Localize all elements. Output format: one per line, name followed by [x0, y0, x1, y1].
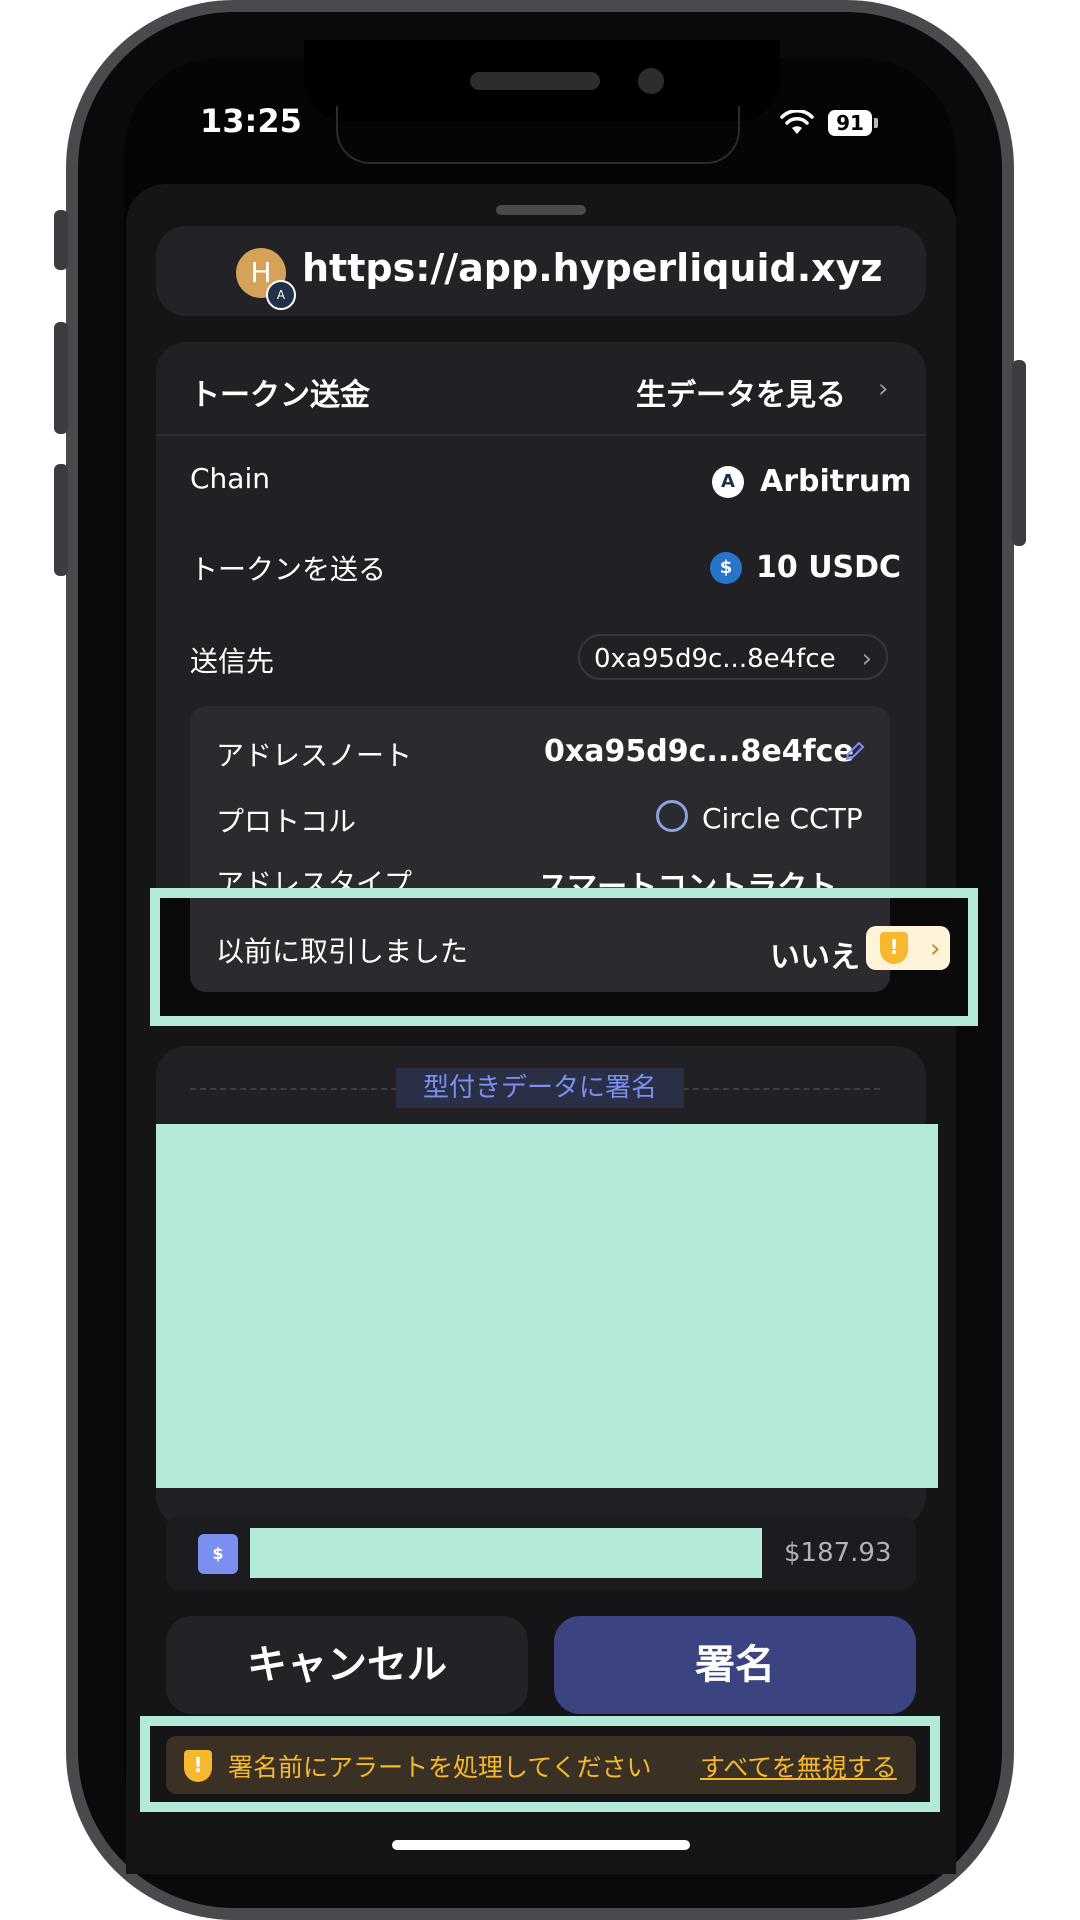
typed-data-label: 型付きデータに署名 — [396, 1068, 684, 1108]
status-time: 13:25 — [200, 102, 302, 140]
chain-label: Chain — [190, 462, 270, 495]
send-token-label: トークンを送る — [190, 553, 387, 586]
chain-value: Arbitrum — [760, 464, 912, 499]
usdc-icon: $ — [710, 552, 742, 584]
power-button — [1012, 360, 1026, 546]
send-token-value: 10 USDC — [756, 550, 902, 585]
previous-transaction-value: いいえ — [770, 940, 860, 975]
address-note-label: アドレスノート — [216, 739, 413, 772]
sheet-grabber[interactable] — [496, 205, 586, 215]
arbitrum-icon: A — [712, 466, 744, 498]
edit-pencil-icon[interactable] — [844, 740, 866, 762]
protocol-value: Circle CCTP — [702, 802, 863, 835]
sign-button[interactable]: 署名 — [554, 1616, 916, 1714]
speaker — [470, 72, 600, 90]
site-url: https://app.hyperliquid.xyz — [302, 246, 883, 290]
recipient-address: 0xa95d9c...8e4fce — [594, 644, 836, 674]
redacted-token-name — [250, 1528, 762, 1578]
warning-shield-icon: ! — [184, 1750, 212, 1782]
battery-indicator: 91 — [828, 110, 872, 136]
arbitrum-badge-icon: A — [266, 280, 296, 310]
wifi-icon — [780, 110, 814, 134]
home-indicator[interactable] — [392, 1840, 690, 1850]
dynamic-island-outline — [336, 106, 740, 164]
battery-tip — [874, 118, 878, 128]
front-camera — [638, 68, 664, 94]
previous-transaction-label: 以前に取引しました — [216, 935, 469, 968]
token-price: $187.93 — [784, 1538, 892, 1568]
chevron-right-icon: › — [878, 374, 889, 404]
cancel-button[interactable]: キャンセル — [166, 1616, 528, 1714]
address-note-value: 0xa95d9c...8e4fce — [544, 734, 854, 769]
redacted-content — [156, 1124, 938, 1488]
mute-switch — [54, 210, 68, 270]
protocol-label: プロトコル — [216, 805, 357, 838]
circle-cctp-icon — [656, 800, 688, 832]
volume-down-button — [54, 464, 68, 576]
recipient-label: 送信先 — [190, 645, 275, 678]
recipient-address-pill[interactable]: 0xa95d9c...8e4fce › — [578, 634, 888, 680]
ignore-all-link[interactable]: すべてを無視する — [700, 1748, 897, 1784]
divider — [156, 434, 926, 436]
chevron-right-icon: › — [861, 644, 872, 674]
chevron-right-icon: › — [930, 934, 941, 964]
volume-up-button — [54, 322, 68, 434]
warning-shield-icon: ! — [880, 932, 908, 964]
warning-text: 署名前にアラートを処理してください — [228, 1753, 652, 1782]
transaction-title: トークン送金 — [190, 378, 370, 413]
view-raw-data-link[interactable]: 生データを見る — [636, 370, 846, 414]
token-icon: $ — [198, 1534, 238, 1574]
